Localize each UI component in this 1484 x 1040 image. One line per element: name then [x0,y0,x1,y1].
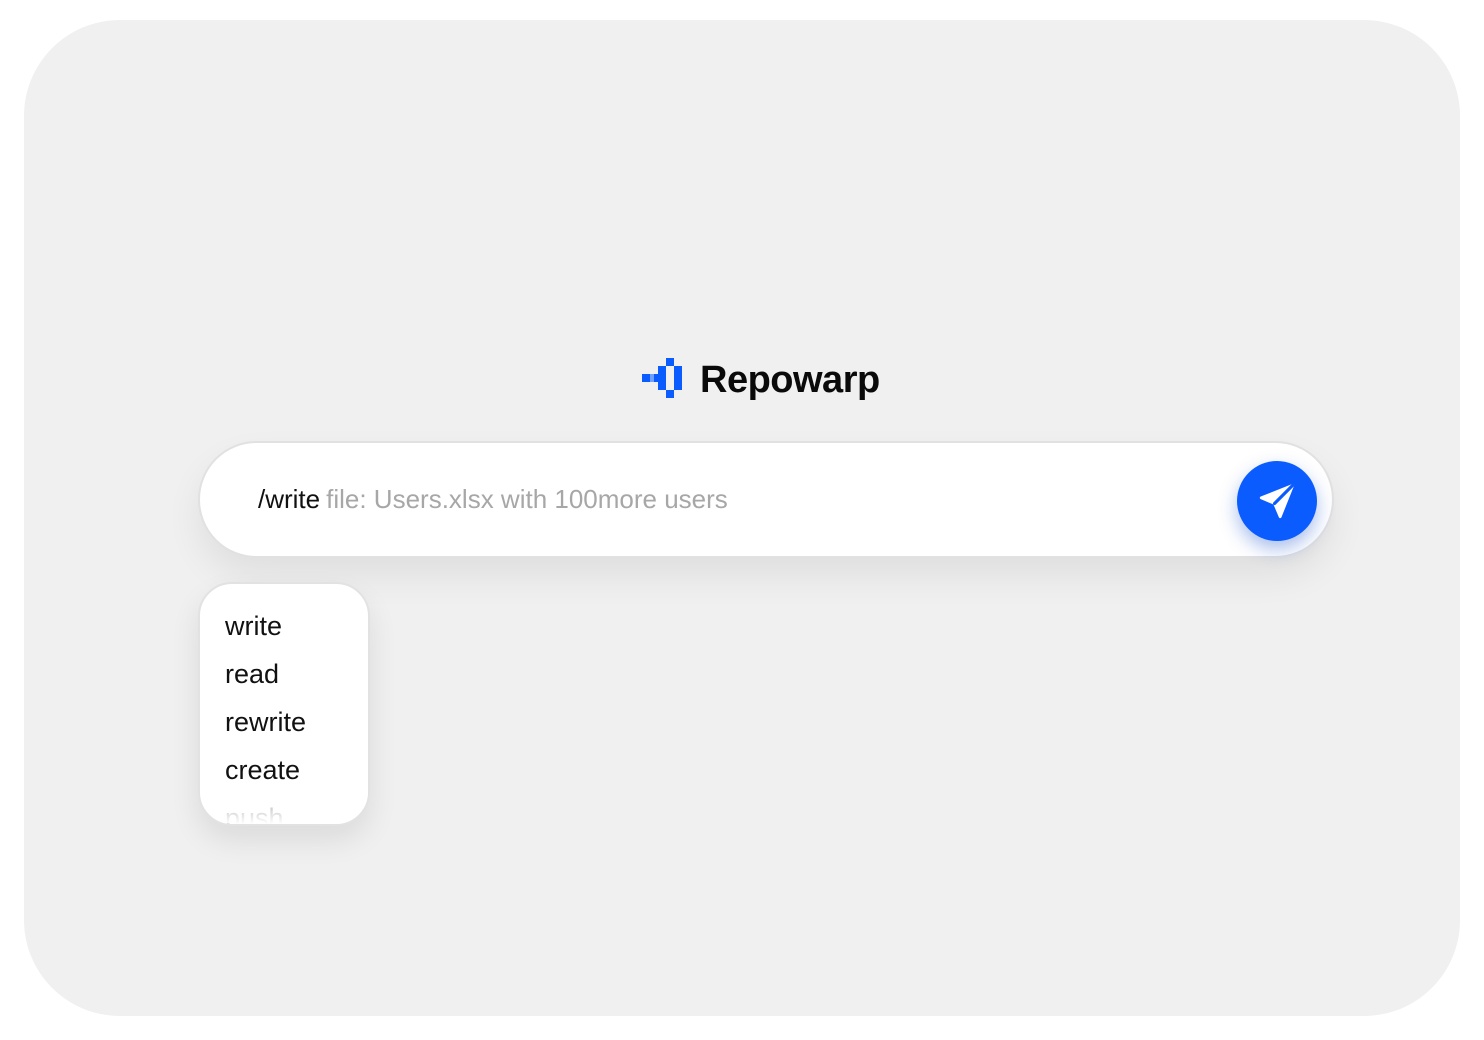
brand-header: Repowarp [642,358,880,402]
command-suggestions: write read rewrite create push [198,582,370,826]
command-query[interactable]: /write file: Users.xlsx with 100more use… [258,443,728,556]
paper-plane-icon [1256,480,1298,522]
command-hint: file: Users.xlsx with 100more users [326,484,728,514]
pixel-arrow-logo-icon [642,358,686,402]
suggestion-item-create[interactable]: create [200,746,368,794]
brand-name: Repowarp [700,358,880,401]
app-frame: Repowarp /write file: Users.xlsx with 10… [24,20,1460,1016]
command-text: /write [258,484,321,514]
suggestion-item-read[interactable]: read [200,650,368,698]
send-button[interactable] [1237,461,1317,541]
suggestion-item-push[interactable]: push [200,794,368,824]
command-input[interactable]: /write file: Users.xlsx with 100more use… [198,441,1334,558]
suggestion-item-rewrite[interactable]: rewrite [200,698,368,746]
suggestion-item-write[interactable]: write [200,602,368,650]
suggestion-list: write read rewrite create push [200,584,368,824]
